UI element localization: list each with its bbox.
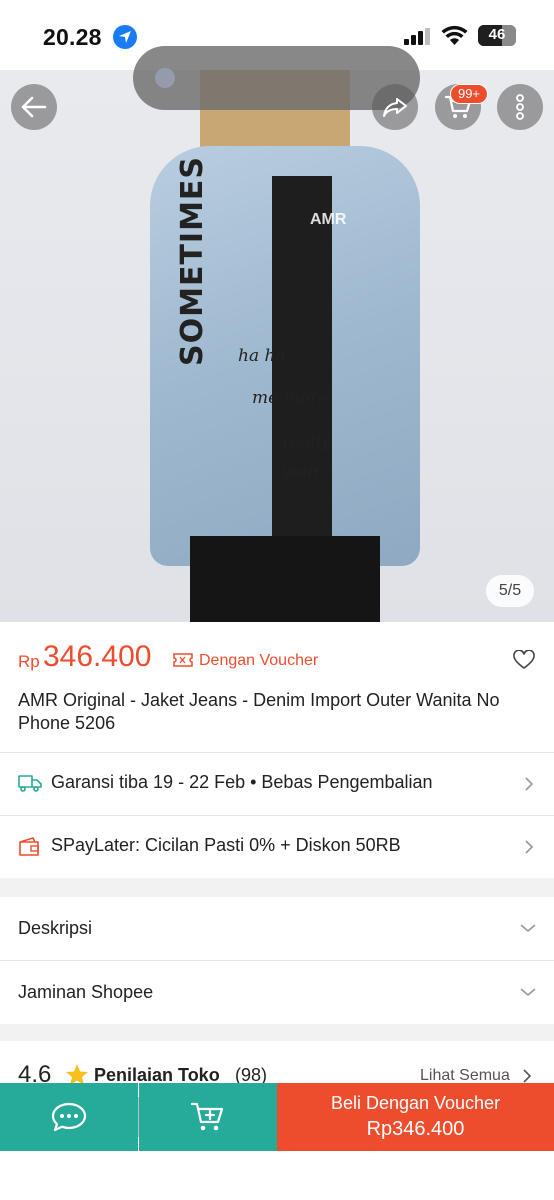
paylater-row[interactable]: SPayLater: Cicilan Pasti 0% + Diskon 50R…	[0, 815, 554, 877]
price-currency: Rp	[18, 652, 40, 671]
more-vertical-icon	[516, 94, 524, 120]
voucher-label[interactable]: Dengan Voucher	[199, 652, 318, 670]
search-icon	[155, 68, 175, 88]
chevron-right-icon	[523, 1069, 532, 1083]
guarantee-label: Jaminan Shopee	[18, 982, 154, 1002]
buy-with-voucher-button[interactable]: Beli Dengan Voucher Rp346.400	[277, 1083, 554, 1151]
description-section[interactable]: Deskripsi	[0, 897, 554, 960]
battery-icon: 46	[478, 25, 516, 46]
chevron-right-icon	[525, 840, 534, 854]
signal-icon	[404, 28, 430, 45]
add-to-cart-icon	[190, 1102, 224, 1131]
delivery-truck-icon	[18, 775, 42, 792]
chevron-right-icon	[525, 777, 534, 791]
back-button[interactable]	[11, 84, 57, 130]
jacket-print-text: me more	[252, 388, 329, 408]
buy-button-price: Rp346.400	[366, 1118, 465, 1140]
shipping-text: Garansi tiba 19 - 22 Feb • Bebas Pengemb…	[51, 772, 433, 792]
voucher-icon	[173, 653, 193, 667]
image-watermark: AMR	[310, 211, 347, 228]
cart-count-badge: 99+	[450, 84, 488, 104]
chat-button[interactable]	[0, 1083, 138, 1151]
jacket-print-text: really	[282, 433, 331, 453]
location-arrow-icon	[113, 25, 137, 49]
description-label: Deskripsi	[18, 918, 93, 938]
wallet-icon	[19, 837, 39, 856]
wifi-icon	[441, 25, 468, 45]
product-price: 346.400	[43, 640, 152, 673]
jacket-print-text: your	[282, 462, 321, 482]
product-image-gallery[interactable]: SOMETIMES ha ha... me more really your A…	[0, 66, 554, 622]
add-to-cart-button[interactable]	[139, 1083, 277, 1151]
chevron-down-icon	[520, 924, 536, 933]
black-pants-image	[190, 536, 380, 622]
price-row: Rp 346.400 Dengan Voucher	[18, 640, 538, 680]
shopee-guarantee-section[interactable]: Jaminan Shopee	[0, 961, 554, 1024]
chevron-down-icon	[520, 988, 536, 997]
product-title: AMR Original - Jaket Jeans - Denim Impor…	[18, 690, 500, 733]
arrow-left-icon	[21, 96, 47, 118]
status-time: 20.28	[43, 24, 102, 50]
chat-icon	[51, 1102, 87, 1132]
image-counter: 5/5	[486, 575, 534, 607]
section-gap	[0, 878, 554, 897]
section-gap	[0, 1024, 554, 1041]
shipping-guarantee-row[interactable]: Garansi tiba 19 - 22 Feb • Bebas Pengemb…	[0, 752, 554, 814]
buy-button-label: Beli Dengan Voucher	[330, 1093, 501, 1113]
more-options-button[interactable]	[497, 84, 543, 130]
paylater-text: SPayLater: Cicilan Pasti 0% + Diskon 50R…	[51, 835, 401, 855]
heart-icon[interactable]	[513, 650, 535, 670]
sleeve-print-text: SOMETIMES	[175, 155, 210, 366]
bottom-action-bar: Beli Dengan Voucher Rp346.400	[0, 1083, 554, 1151]
share-button[interactable]	[372, 84, 418, 130]
bottom-bar-separator	[138, 1097, 139, 1137]
jacket-print-text: ha ha...	[238, 346, 302, 366]
battery-level: 46	[488, 26, 506, 43]
share-icon	[383, 98, 407, 117]
